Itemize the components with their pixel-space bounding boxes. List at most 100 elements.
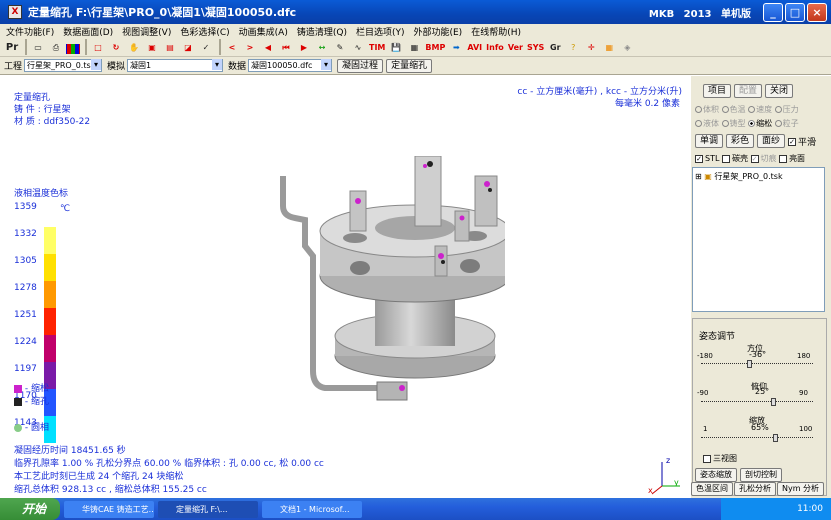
render-viewport[interactable]: 定量缩孔 铸 件 : 行星架 材 质 : ddf350-22 cc - 立方厘米… bbox=[10, 76, 690, 498]
pitch-slider[interactable] bbox=[701, 398, 813, 406]
box-icon[interactable]: ▣ bbox=[144, 39, 160, 55]
config-button[interactable]: 配置 bbox=[734, 84, 763, 98]
bmp-button[interactable]: BMP bbox=[424, 39, 446, 55]
rect-icon[interactable]: □ bbox=[90, 39, 106, 55]
palette-icon[interactable] bbox=[66, 43, 80, 54]
print-icon[interactable]: ⎙ bbox=[48, 39, 64, 55]
taskbar: 开始 华铸CAE 铸造工艺... 定量缩孔 F:\... 文档1 - Micro… bbox=[0, 498, 831, 520]
legend-value: 1278 bbox=[14, 283, 37, 293]
mono-button[interactable]: 单调 bbox=[695, 134, 724, 148]
wave-icon[interactable]: ∿ bbox=[350, 39, 366, 55]
shell-checkbox[interactable]: 碳壳 bbox=[721, 154, 748, 163]
legend-color-bar bbox=[44, 308, 56, 335]
fill-icon[interactable]: ◪ bbox=[180, 39, 196, 55]
azimuth-slider[interactable] bbox=[701, 360, 813, 368]
rotate-icon[interactable]: ↻ bbox=[108, 39, 124, 55]
grid-icon[interactable]: ▦ bbox=[601, 39, 617, 55]
project-tree[interactable]: ⊞ ▣ 行星架_PRO_0.tsk bbox=[692, 167, 825, 312]
close-button[interactable]: × bbox=[807, 2, 827, 22]
radio-volume[interactable]: 体积 bbox=[695, 105, 719, 114]
title-bar: X 定量缩孔 F:\行星架\PRO_0\凝固1\凝固100050.dfc MKB… bbox=[0, 0, 831, 24]
solidify-process-button[interactable]: 凝固过程 bbox=[337, 58, 384, 73]
tim-button[interactable]: TIM bbox=[368, 39, 386, 55]
radio-row-2: 液体 铸型 缩松 粒子 bbox=[695, 118, 799, 129]
pitch-max: 90 bbox=[799, 389, 808, 397]
surface-button[interactable]: 面纱 bbox=[757, 134, 786, 148]
first-icon[interactable]: ⏮ bbox=[278, 39, 294, 55]
legend-value: 1359 bbox=[14, 202, 37, 212]
check-icon[interactable]: ✓ bbox=[198, 39, 214, 55]
menu-options[interactable]: 栏目选项(Y) bbox=[356, 25, 405, 38]
new-icon[interactable]: ▭ bbox=[30, 39, 46, 55]
smooth-checkbox[interactable]: ✓ 平滑 bbox=[788, 135, 816, 148]
radio-particle[interactable]: 粒子 bbox=[774, 119, 799, 128]
gr-button[interactable]: Gr bbox=[547, 39, 563, 55]
width-icon[interactable]: ↔ bbox=[314, 39, 330, 55]
task-shrink[interactable]: 定量缩孔 F:\... bbox=[158, 500, 258, 518]
sys-button[interactable]: SYS bbox=[526, 39, 545, 55]
menu-help[interactable]: 在线帮助(H) bbox=[471, 25, 521, 38]
pose-zoom-button[interactable]: 姿态缩放 bbox=[695, 468, 737, 482]
quantitative-shrink-button[interactable]: 定量缩孔 bbox=[386, 58, 433, 73]
nym-analysis-button[interactable]: Nym 分析 bbox=[777, 482, 825, 496]
project-button[interactable]: 项目 bbox=[703, 84, 732, 98]
prev-icon[interactable]: < bbox=[224, 39, 240, 55]
casting-model-3d[interactable] bbox=[265, 156, 505, 426]
menu-animation[interactable]: 动画集成(A) bbox=[239, 25, 288, 38]
maximize-button[interactable]: □ bbox=[785, 2, 805, 22]
radio-mold[interactable]: 铸型 bbox=[721, 119, 746, 128]
task-word[interactable]: 文档1 - Microsof... bbox=[262, 500, 362, 518]
task-huazhu[interactable]: 华铸CAE 铸造工艺... bbox=[64, 500, 154, 518]
radio-speed[interactable]: 速度 bbox=[748, 105, 772, 114]
tree-expand-icon[interactable]: ⊞ bbox=[695, 172, 702, 181]
shrink-cavity-swatch bbox=[14, 397, 22, 406]
zoom-slider[interactable] bbox=[701, 434, 813, 442]
menu-external[interactable]: 外部功能(E) bbox=[413, 25, 462, 38]
save-icon[interactable]: 💾 bbox=[388, 39, 404, 55]
minimize-button[interactable]: _ bbox=[763, 2, 783, 22]
toolbar-separator bbox=[219, 39, 221, 55]
color-button[interactable]: 彩色 bbox=[726, 134, 755, 148]
avi-button[interactable]: AVI bbox=[466, 39, 483, 55]
phase-label: - 圆相 bbox=[24, 423, 49, 433]
cut-control-button[interactable]: 剖切控制 bbox=[740, 468, 782, 482]
help-icon[interactable]: ? bbox=[565, 39, 581, 55]
menu-clean[interactable]: 铸造清理(Q) bbox=[297, 25, 347, 38]
back-icon[interactable]: ◀ bbox=[260, 39, 276, 55]
arrow-right-icon[interactable]: ➡ bbox=[448, 39, 464, 55]
radio-temp[interactable]: 色温 bbox=[721, 105, 746, 114]
menu-data[interactable]: 数据画面(D) bbox=[63, 25, 113, 38]
radio-porosity[interactable]: 缩松 bbox=[748, 119, 772, 128]
close-panel-button[interactable]: 关闭 bbox=[765, 84, 794, 98]
play-icon[interactable]: ▶ bbox=[296, 39, 312, 55]
three-view-checkbox[interactable]: 三视图 bbox=[703, 453, 737, 464]
pr-button[interactable]: Pr bbox=[4, 39, 20, 55]
radio-pressure[interactable]: 压力 bbox=[774, 105, 799, 114]
start-button[interactable]: 开始 bbox=[0, 498, 60, 520]
radio-liquid[interactable]: 液体 bbox=[695, 119, 719, 128]
tree-item[interactable]: ⊞ ▣ 行星架_PRO_0.tsk bbox=[693, 168, 824, 185]
menu-file[interactable]: 文件功能(F) bbox=[6, 25, 54, 38]
zoom-min: 1 bbox=[703, 425, 708, 433]
save-as-icon[interactable]: ▦ bbox=[406, 39, 422, 55]
info-solidify-time: 凝固经历时间 18451.65 秒 bbox=[14, 446, 126, 456]
info-button[interactable]: Info bbox=[485, 39, 505, 55]
menu-color[interactable]: 色彩选择(C) bbox=[180, 25, 229, 38]
azimuth-min: -180 bbox=[697, 352, 713, 360]
cut-checkbox[interactable]: ✓ 切痕 bbox=[750, 154, 777, 163]
data-select[interactable]: 凝固100050.dfc bbox=[248, 59, 333, 72]
ver-button[interactable]: Ver bbox=[507, 39, 524, 55]
bright-checkbox[interactable]: 亮面 bbox=[779, 154, 805, 163]
color-range-button[interactable]: 色温区间 bbox=[691, 482, 733, 496]
crosshair-icon[interactable]: ✛ bbox=[583, 39, 599, 55]
module-select[interactable]: 凝固1 bbox=[127, 59, 224, 72]
box2-icon[interactable]: ▤ bbox=[162, 39, 178, 55]
next-icon[interactable]: > bbox=[242, 39, 258, 55]
hole-analysis-button[interactable]: 孔松分析 bbox=[734, 482, 776, 496]
pencil-icon[interactable]: ✎ bbox=[332, 39, 348, 55]
stl-checkbox[interactable]: ✓ STL bbox=[695, 154, 719, 163]
menu-view[interactable]: 视图调整(V) bbox=[122, 25, 171, 38]
hand-icon[interactable]: ✋ bbox=[126, 39, 142, 55]
project-select[interactable]: 行星架_PRO_0.tsk bbox=[24, 59, 103, 72]
eraser-icon[interactable]: ◈ bbox=[619, 39, 635, 55]
